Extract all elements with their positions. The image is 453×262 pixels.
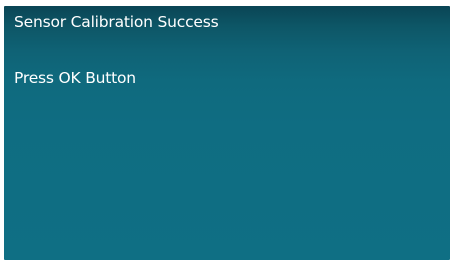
calibration-status-title: Sensor Calibration Success	[14, 13, 219, 31]
instruction-text: Press OK Button	[14, 69, 136, 87]
calibration-screen: Sensor Calibration Success Press OK Butt…	[4, 6, 450, 260]
